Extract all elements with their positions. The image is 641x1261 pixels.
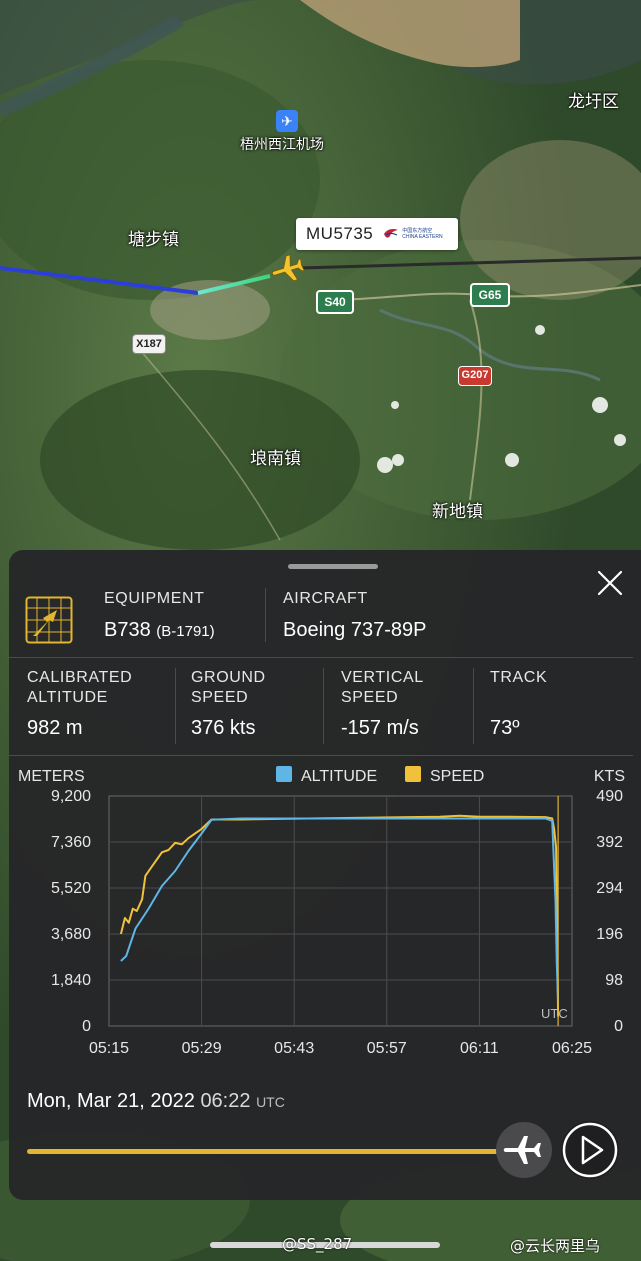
aircraft-label: AIRCRAFT [283, 590, 368, 607]
watermark-left: @SS_287 [282, 1235, 353, 1253]
equipment-registration: (B-1791) [156, 623, 215, 640]
calibrated-altitude-label: CALIBRATED ALTITUDE [27, 668, 132, 708]
watermark-right: @云长两里乌 [510, 1237, 601, 1255]
legend-swatch-altitude [276, 766, 292, 782]
legend-label-altitude: ALTITUDE [301, 768, 377, 785]
y-left-tick-label: 5,520 [51, 880, 91, 897]
close-icon[interactable] [595, 568, 625, 598]
left-axis-title: METERS [18, 768, 85, 785]
calibrated-altitude-value: 982 m [27, 717, 83, 739]
timeline-scrubber-handle[interactable] [496, 1122, 552, 1178]
drag-handle[interactable] [288, 564, 378, 569]
speed-series-line [119, 814, 560, 1017]
y-right-tick-label: 294 [596, 880, 623, 897]
chart-grid [108, 795, 573, 1027]
airport-icon[interactable]: ✈ [276, 110, 298, 132]
y-left-tick-label: 9,200 [51, 788, 91, 805]
y-right-tick-label: 98 [605, 972, 623, 989]
timestamp-date: Mon, Mar 21, 2022 [27, 1090, 195, 1112]
label-line: SPEED [341, 689, 399, 706]
label-line: CALIBRATED [27, 669, 133, 686]
y-right-tick-label: 392 [596, 834, 623, 851]
y-right-tick-label: 196 [596, 926, 623, 943]
map-label-town: 埌南镇 [250, 449, 301, 469]
right-axis-title: KTS [594, 768, 625, 785]
flight-details-panel: EQUIPMENT B738 (B-1791) AIRCRAFT Boeing … [9, 550, 641, 1200]
timestamp-timezone: UTC [256, 1094, 285, 1110]
playback-timeline[interactable] [27, 1149, 537, 1154]
altitude-speed-chart[interactable]: METERS KTS ALTITUDE SPEED 9,200 7,360 5,52… [9, 760, 641, 1060]
chart-ticks: 9,200 7,360 5,520 3,680 1,840 0 490 392 294 196 98… [51, 788, 623, 1057]
x-tick-label: 05:57 [367, 1040, 407, 1057]
label-line: VERTICAL [341, 669, 424, 686]
airline-logo-icon [384, 229, 399, 238]
divider [9, 755, 633, 756]
play-button[interactable] [561, 1121, 619, 1179]
timestamp: Mon, Mar 21, 2022 06:22 UTC [27, 1090, 285, 1113]
x-tick-label: 05:29 [182, 1040, 222, 1057]
equipment-value: B738 (B-1791) [104, 619, 215, 642]
airline-name-en: CHINA EASTERN [402, 234, 443, 240]
track-value: 73º [490, 717, 520, 739]
utc-label: UTC [541, 1006, 568, 1021]
label-line: ALTITUDE [27, 689, 108, 706]
chart-series [119, 796, 560, 1026]
x-tick-label: 06:11 [460, 1040, 499, 1057]
track-label: TRACK [490, 669, 548, 686]
map-label-district: 龙圩区 [568, 92, 619, 112]
altitude-series-line [120, 817, 560, 1002]
y-left-tick-label: 0 [82, 1018, 91, 1035]
aircraft-value: Boeing 737-89P [283, 619, 427, 641]
vertical-speed-label: VERTICAL SPEED [341, 668, 424, 708]
y-left-tick-label: 7,360 [51, 834, 91, 851]
road-shield: X187 [132, 334, 166, 354]
y-right-tick-label: 490 [596, 788, 623, 805]
map-label-town: 新地镇 [432, 502, 483, 522]
play-icon [562, 1122, 618, 1178]
label-line: SPEED [191, 689, 249, 706]
divider [323, 668, 324, 744]
divider [175, 668, 176, 744]
divider [9, 657, 633, 658]
y-left-tick-label: 3,680 [51, 926, 91, 943]
legend-swatch-speed [405, 766, 421, 782]
legend-label-speed: SPEED [430, 768, 484, 785]
label-line: GROUND [191, 669, 266, 686]
x-tick-label: 06:25 [552, 1040, 592, 1057]
ground-speed-value: 376 kts [191, 717, 256, 739]
map-label-town: 塘步镇 [128, 230, 179, 250]
divider [473, 668, 474, 744]
ground-speed-label: GROUND SPEED [191, 668, 266, 708]
x-tick-label: 05:15 [89, 1040, 129, 1057]
road-shield: S40 [316, 290, 354, 314]
plot-frame [108, 795, 573, 1027]
vertical-speed-value: -157 m/s [341, 717, 419, 739]
y-left-tick-label: 1,840 [51, 972, 91, 989]
timestamp-time: 06:22 [200, 1090, 251, 1112]
y-right-tick-label: 0 [614, 1018, 623, 1035]
flight-label[interactable]: MU5735 中国东方航空 CHINA EASTERN [296, 218, 458, 250]
road-shield: G65 [470, 283, 510, 307]
road-shield: G207 [458, 366, 492, 386]
airplane-icon [503, 1136, 541, 1164]
aircraft-type-icon [25, 596, 73, 644]
equipment-code: B738 [104, 619, 151, 641]
flight-callsign: MU5735 [306, 224, 374, 243]
x-tick-label: 05:43 [274, 1040, 314, 1057]
aircraft-position-icon[interactable] [270, 252, 306, 286]
equipment-label: EQUIPMENT [104, 590, 205, 607]
chart-legend: ALTITUDE SPEED [276, 766, 484, 785]
divider [265, 588, 266, 642]
map-label-airport: 梧州西江机场 [240, 137, 324, 153]
